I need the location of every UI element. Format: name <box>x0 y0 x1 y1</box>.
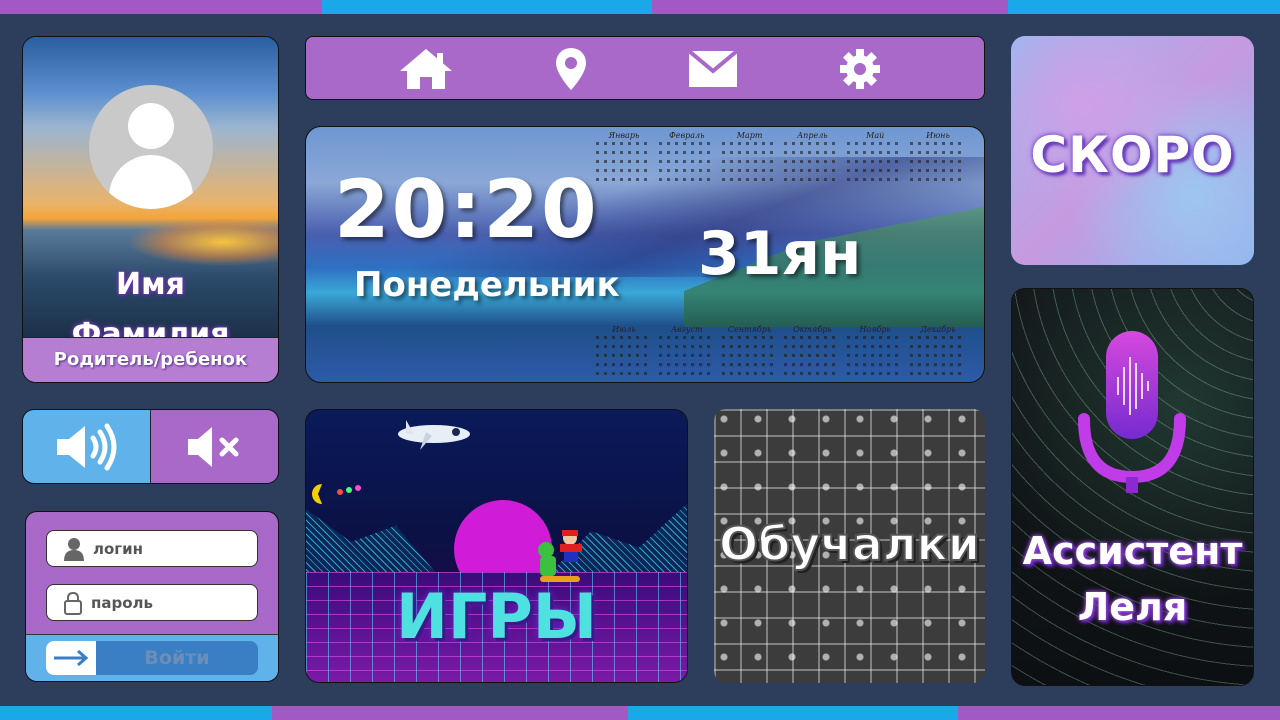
speaker-on-icon <box>56 423 116 470</box>
login-button[interactable]: Войти <box>46 641 258 675</box>
arrow-right-icon <box>46 641 96 675</box>
avatar[interactable] <box>89 85 213 209</box>
mail-icon[interactable] <box>685 49 741 89</box>
volume-control <box>22 409 279 484</box>
sound-off-button[interactable] <box>150 410 278 483</box>
airplane-icon <box>398 420 470 450</box>
calendar-month: Октябрь <box>784 325 841 380</box>
assistant-tile[interactable]: Ассистент Леля <box>1011 288 1254 686</box>
calendar-month: Ноябрь <box>847 325 904 380</box>
login-button-label: Войти <box>144 647 210 669</box>
top-nav-bar <box>305 36 985 100</box>
calendar-month: Июль <box>596 325 652 380</box>
calendar-month: Сентябрь <box>721 325 778 380</box>
clock-weekday: Понедельник <box>354 265 620 305</box>
profile-first-name: Имя <box>116 267 185 302</box>
speaker-mute-icon <box>187 426 238 467</box>
location-pin-icon[interactable] <box>543 48 599 90</box>
assistant-title-line1: Ассистент <box>1022 529 1243 573</box>
clock-date: 31ян <box>698 219 862 289</box>
gear-icon[interactable] <box>832 49 888 89</box>
calendar-month: Январь <box>596 131 652 186</box>
games-tile[interactable]: ИГРЫ <box>305 409 688 683</box>
calendar-month: Май <box>847 131 904 186</box>
password-field[interactable]: пароль <box>46 584 258 621</box>
calendar-bottom-row: Июль Август Сентябрь Октябрь Ноябрь Дека… <box>596 325 966 380</box>
calendar-month: Август <box>658 325 715 380</box>
coming-soon-tile[interactable]: СКОРО <box>1011 36 1254 265</box>
calendar-month: Апрель <box>784 131 841 186</box>
login-field[interactable]: логин <box>46 530 258 567</box>
calendar-month: Июнь <box>909 131 966 186</box>
clock-time: 20:20 <box>334 163 599 256</box>
microphone-icon <box>1078 331 1186 493</box>
password-placeholder: пароль <box>91 593 153 612</box>
coming-soon-label: СКОРО <box>1030 126 1235 184</box>
calendar-month: Март <box>721 131 778 186</box>
home-icon[interactable] <box>398 49 454 89</box>
bottom-decor-stripe <box>0 706 1280 720</box>
pacman-icon <box>312 484 361 504</box>
calendar-month: Декабрь <box>909 325 966 380</box>
profile-card[interactable]: Имя Фамилия Родитель/ребенок <box>22 36 279 383</box>
login-placeholder: логин <box>93 539 144 558</box>
login-form: логин пароль Войти <box>25 511 279 682</box>
top-decor-stripe <box>0 0 1280 14</box>
calendar-top-row: Январь Февраль Март Апрель Май Июнь <box>596 131 966 186</box>
login-submit-bar: Войти <box>26 634 278 681</box>
assistant-title-line2: Леля <box>1077 585 1188 629</box>
profile-role-label[interactable]: Родитель/ребенок <box>23 337 278 382</box>
learning-title: Обучалки <box>718 516 981 572</box>
sound-on-button[interactable] <box>23 410 150 483</box>
games-title: ИГРЫ <box>395 580 598 653</box>
lock-icon <box>64 591 82 615</box>
game-characters-icon <box>538 530 582 582</box>
user-icon <box>64 537 84 561</box>
calendar-month: Февраль <box>658 131 715 186</box>
clock-widget[interactable]: Январь Февраль Март Апрель Май Июнь Июль… <box>305 126 985 383</box>
learning-tile[interactable]: Обучалки <box>714 409 985 683</box>
